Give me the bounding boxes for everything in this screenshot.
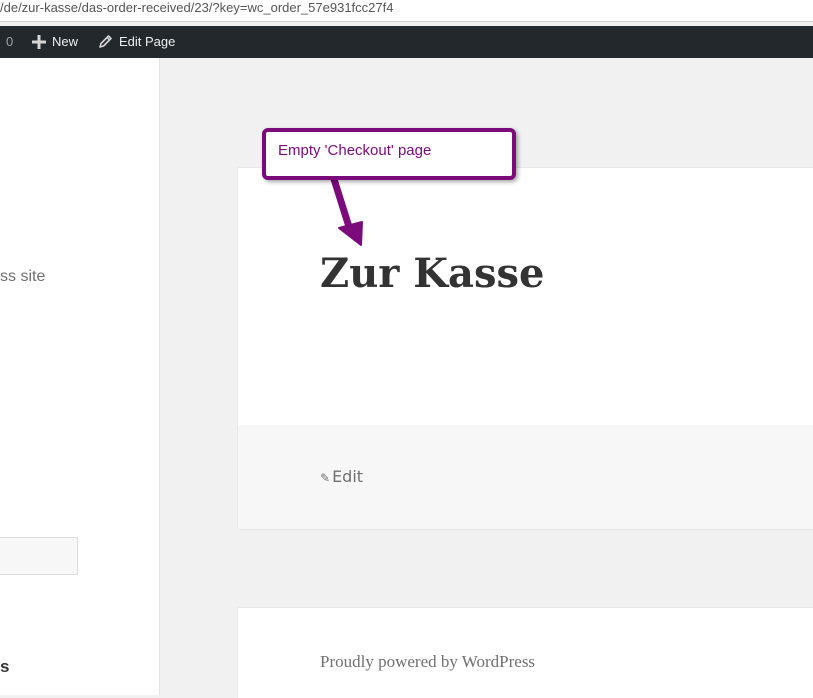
comments-count[interactable]: 0 xyxy=(6,26,13,58)
annotation-callout: Empty 'Checkout' page xyxy=(262,128,516,180)
new-content-button[interactable]: New xyxy=(32,26,78,58)
site-footer: Proudly powered by WordPress xyxy=(238,608,813,698)
search-input[interactable] xyxy=(0,537,78,575)
edit-link[interactable]: ✎ Edit xyxy=(320,467,363,486)
address-bar[interactable]: /de/zur-kasse/das-order-received/23/?key… xyxy=(0,0,813,22)
page-article: Zur Kasse ✎ Edit xyxy=(238,168,813,529)
pencil-icon xyxy=(99,35,112,48)
edit-page-label: Edit Page xyxy=(119,34,176,49)
sidebar: ss site s xyxy=(0,58,160,695)
annotation-text: Empty 'Checkout' page xyxy=(278,142,432,159)
footer-credit-link[interactable]: Proudly powered by WordPress xyxy=(320,652,535,672)
widget-heading: s xyxy=(0,657,10,676)
new-content-label: New xyxy=(52,34,79,49)
page-title: Zur Kasse xyxy=(320,250,545,297)
edit-page-button[interactable]: Edit Page xyxy=(98,26,175,58)
pencil-icon: ✎ xyxy=(320,471,331,485)
wp-admin-bar: 0 New Edit Page xyxy=(0,26,813,58)
plus-icon xyxy=(32,34,46,49)
site-description: ss site xyxy=(0,268,46,285)
edit-link-label: Edit xyxy=(332,467,364,486)
address-url[interactable]: /de/zur-kasse/das-order-received/23/?key… xyxy=(0,0,393,16)
